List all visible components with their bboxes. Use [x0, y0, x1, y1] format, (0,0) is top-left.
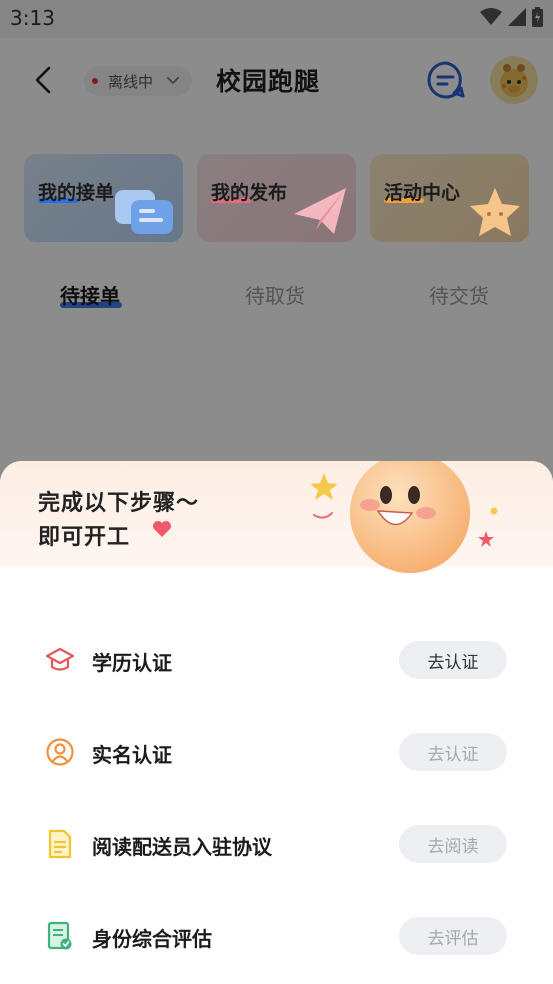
- assessment-icon: [45, 921, 75, 951]
- step-label: 学历认证: [92, 651, 172, 675]
- start-assessment-button[interactable]: 去评估: [399, 917, 507, 955]
- smiley-mascot-icon: [310, 461, 498, 573]
- paper-plane-icon: [294, 188, 346, 234]
- step-assessment: 身份综合评估 去评估: [0, 907, 553, 963]
- document-icon: [45, 829, 75, 859]
- chat-bubbles-icon: [115, 190, 173, 234]
- step-real-name: 实名认证 去认证: [0, 723, 553, 779]
- sheet-title-line2: 即可开工: [38, 525, 131, 550]
- step-label: 阅读配送员入驻协议: [92, 835, 272, 859]
- star-icon: [470, 188, 520, 236]
- step-label: 实名认证: [92, 743, 172, 767]
- verify-identity-button[interactable]: 去认证: [399, 733, 507, 771]
- read-agreement-button[interactable]: 去阅读: [399, 825, 507, 863]
- graduation-cap-icon: [45, 645, 75, 675]
- sheet-header: 完成以下步骤～ 即可开工: [0, 461, 553, 573]
- step-education: 学历认证 去认证: [0, 631, 553, 687]
- onboarding-sheet: 完成以下步骤～ 即可开工 学历认证 去认证 实名认证 去认证 阅读配送员入驻协议…: [0, 461, 553, 984]
- card-label: 我的发布: [211, 182, 288, 204]
- card-label: 活动中心: [384, 182, 461, 204]
- step-label: 身份综合评估: [92, 927, 212, 951]
- sheet-title-line1: 完成以下步骤～: [38, 491, 200, 516]
- card-label: 我的接单: [38, 182, 115, 204]
- heart-icon: [153, 521, 171, 537]
- verify-education-button[interactable]: 去认证: [399, 641, 507, 679]
- person-circle-icon: [45, 737, 75, 767]
- step-agreement: 阅读配送员入驻协议 去阅读: [0, 815, 553, 871]
